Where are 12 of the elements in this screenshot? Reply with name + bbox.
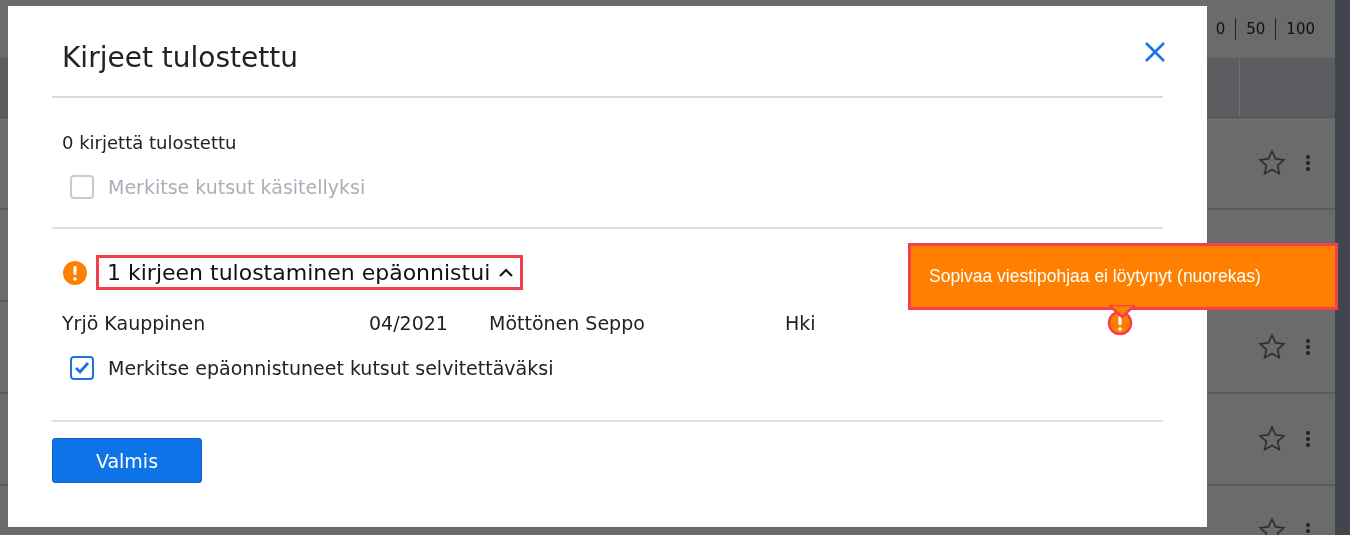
summary-text: 0 kirjettä tulostettu bbox=[62, 132, 238, 153]
page-size-option[interactable]: 100 bbox=[1275, 18, 1325, 40]
page-size-option[interactable]: 50 bbox=[1235, 18, 1276, 40]
dialog-title: Kirjeet tulostettu bbox=[62, 40, 298, 74]
checkbox-label[interactable]: Merkitse epäonnistuneet kutsut selvitettäväksi bbox=[70, 356, 1163, 380]
done-button[interactable]: Valmis bbox=[52, 438, 202, 483]
table-cell-text: Yrjö Kauppinen bbox=[62, 312, 207, 334]
page-size-option[interactable]: 0 bbox=[1205, 18, 1236, 40]
table-cell-text: Möttönen Seppo bbox=[489, 312, 646, 334]
table-cell-text: 04/2021 bbox=[369, 312, 449, 334]
failure-toggle[interactable]: 1 kirjeen tulostaminen epäonnistui bbox=[96, 255, 524, 290]
table-cell-text: Hki bbox=[785, 312, 817, 334]
